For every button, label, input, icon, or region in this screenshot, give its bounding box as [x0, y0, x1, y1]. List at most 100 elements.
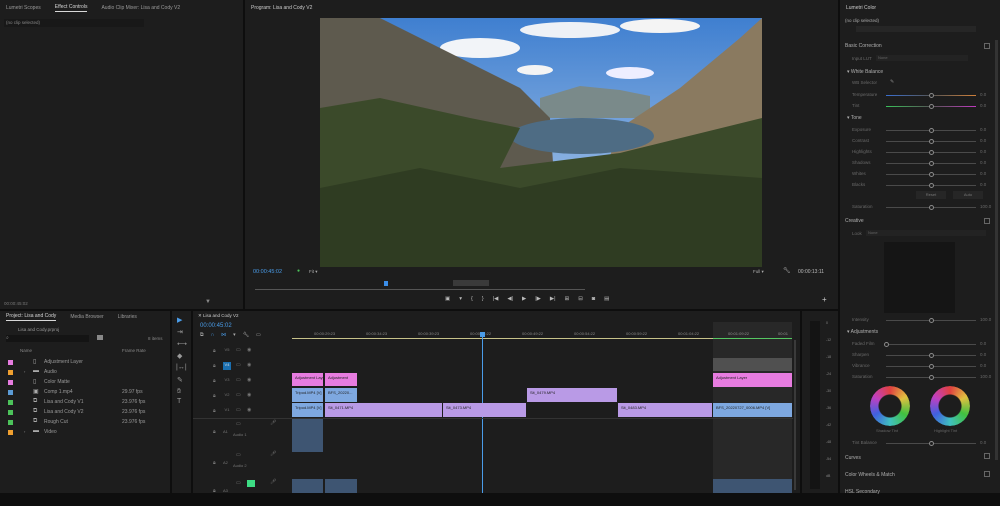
lock-icon[interactable]: 🔒︎ [213, 460, 216, 466]
column-name[interactable]: Name [20, 348, 32, 353]
scrubber-bar[interactable] [255, 289, 585, 290]
linked-selection-icon[interactable]: ⋈ [221, 332, 226, 338]
sharpen-slider-handle[interactable] [929, 353, 934, 358]
export-frame-button[interactable]: ◙ [592, 296, 595, 302]
ripple-edit-tool[interactable]: ⟷ [177, 340, 187, 348]
audio-clip[interactable] [292, 479, 323, 493]
color-wheels-checkbox[interactable] [984, 471, 990, 477]
add-marker-icon[interactable]: ▾ [233, 332, 236, 338]
exposure-slider-handle[interactable] [929, 128, 934, 133]
video-clip[interactable]: Sit_0473.MP4 [443, 403, 526, 417]
sharpen-value[interactable]: 0.0 [980, 352, 986, 357]
video-clip[interactable]: Sit_0471.MP4 [325, 403, 442, 417]
shadow-tint-wheel[interactable] [870, 386, 910, 426]
lock-icon[interactable]: 🔒︎ [213, 429, 216, 435]
track-target[interactable]: V1 [223, 407, 231, 415]
solo-button[interactable] [247, 421, 255, 428]
program-timecode[interactable]: 00:00:45:02 [253, 269, 282, 275]
contrast-slider-handle[interactable] [929, 139, 934, 144]
timeline-timecode[interactable]: 00:00:45:02 [200, 323, 232, 329]
program-title[interactable]: Program: Lisa and Cody V2 [251, 5, 312, 11]
eye-icon[interactable]: ◉ [247, 407, 251, 413]
track-target[interactable]: A1 [223, 429, 228, 434]
lock-icon[interactable]: 🔒︎ [213, 408, 216, 414]
lock-icon[interactable]: 🔒︎ [213, 488, 216, 494]
project-item[interactable]: › ▬ Audio [4, 368, 164, 378]
adjustments-header[interactable]: ▾ Adjustments [847, 329, 878, 335]
tint-balance-slider-handle[interactable] [929, 441, 934, 446]
project-item[interactable]: ⧉ Rough Cut 23.976 fps [4, 418, 164, 428]
timeline-tab[interactable]: ✕ Lisa and Cody V2 [198, 313, 239, 319]
project-item[interactable]: › ▬ Video [4, 428, 164, 438]
shadows-slider-handle[interactable] [929, 161, 934, 166]
go-to-in-button[interactable]: |◀ [493, 296, 499, 302]
saturation-value[interactable]: 100.0 [980, 204, 991, 209]
adjustment-layer-clip[interactable]: Adjustment Layer [292, 373, 323, 386]
tab-audio-clip-mixer[interactable]: Audio Clip Mixer: Lisa and Cody V2 [101, 5, 180, 11]
track-target[interactable]: V3 [223, 377, 231, 385]
hsl-secondary-header[interactable]: HSL Secondary [845, 489, 880, 495]
contrast-value[interactable]: 0.0 [980, 138, 986, 143]
sync-toggle-icon[interactable]: ▭ [236, 392, 241, 398]
tint-balance-value[interactable]: 0.0 [980, 440, 986, 445]
disclosure-triangle-icon[interactable]: › [24, 429, 25, 434]
track-target[interactable]: V4 [223, 362, 231, 370]
solo-button[interactable] [247, 480, 255, 487]
eye-icon[interactable]: ◉ [247, 362, 251, 368]
tab-effect-controls[interactable]: Effect Controls [54, 4, 88, 12]
playhead-marker[interactable] [384, 281, 388, 286]
vibrance-slider-handle[interactable] [929, 364, 934, 369]
shadows-value[interactable]: 0.0 [980, 160, 986, 165]
creative-header[interactable]: Creative [845, 218, 864, 224]
color-wheels-header[interactable]: Color Wheels & Match [845, 472, 895, 478]
adj-saturation-slider-handle[interactable] [929, 375, 934, 380]
intensity-slider-handle[interactable] [929, 318, 934, 323]
lumetri-effect-dropdown[interactable] [856, 26, 976, 32]
faded-film-slider-handle[interactable] [884, 342, 889, 347]
timeline-settings-icon[interactable]: 🔧︎ [243, 332, 249, 338]
input-lut-dropdown[interactable]: None [876, 55, 968, 61]
adjustment-layer-clip[interactable]: Adjustment [325, 373, 357, 386]
marker-button[interactable]: ▾ [459, 296, 462, 302]
video-clip[interactable]: Sit_0479.MP4 [527, 388, 617, 402]
temperature-value[interactable]: 0.0 [980, 92, 986, 97]
play-button[interactable]: ▶ [522, 296, 526, 302]
sync-toggle-icon[interactable]: ▭ [236, 407, 241, 413]
video-clip[interactable]: Sit_0483.MP4 [618, 403, 712, 417]
lumetri-scrollbar[interactable] [995, 40, 998, 460]
saturation-slider-handle[interactable] [929, 205, 934, 210]
blacks-slider-handle[interactable] [929, 183, 934, 188]
white-balance-header[interactable]: ▾ White Balance [847, 69, 883, 75]
pen-tool[interactable]: ✎ [177, 376, 183, 384]
mute-button[interactable]: ▭ [236, 480, 241, 486]
label-color-swatch[interactable] [8, 400, 13, 405]
shadows-slider[interactable] [886, 161, 976, 166]
eye-icon[interactable]: ◉ [247, 347, 251, 353]
look-preview[interactable] [884, 242, 955, 313]
wrench-icon[interactable]: 🔧︎ [783, 267, 791, 274]
tone-header[interactable]: ▾ Tone [847, 115, 862, 121]
hand-tool[interactable]: ✋︎ [177, 388, 181, 396]
lock-icon[interactable]: 🔒︎ [213, 363, 216, 369]
compare-button[interactable]: ▤ [604, 296, 609, 302]
step-forward-button[interactable]: |▶ [535, 296, 541, 302]
label-color-swatch[interactable] [8, 410, 13, 415]
disclosure-triangle-icon[interactable]: › [24, 369, 25, 374]
tab-project[interactable]: Project: Lisa and Cody [6, 313, 57, 321]
video-clip[interactable]: BFS_20220727_0006.MP4 [V] [713, 403, 792, 417]
project-item[interactable]: ▯ Color Matte [4, 378, 164, 388]
playhead-handle[interactable] [480, 332, 485, 337]
slip-tool[interactable]: |↔| [176, 364, 187, 371]
add-marker-button[interactable]: ▣ [445, 296, 450, 302]
zoom-dropdown[interactable]: Fit ▾ [309, 269, 318, 275]
highlights-slider-handle[interactable] [929, 150, 934, 155]
sharpen-slider[interactable] [886, 353, 976, 358]
eyedropper-icon[interactable]: ✎ [890, 79, 894, 85]
step-back-button[interactable]: ◀| [507, 296, 513, 302]
zoom-scroll[interactable] [453, 280, 489, 286]
lock-icon[interactable]: 🔒︎ [213, 393, 216, 399]
audio-clip[interactable] [713, 479, 792, 493]
snap-icon[interactable]: ∩ [211, 332, 215, 338]
video-clip[interactable]: Tripod.MP4 [V] [292, 403, 323, 417]
temperature-slider-handle[interactable] [929, 93, 934, 98]
